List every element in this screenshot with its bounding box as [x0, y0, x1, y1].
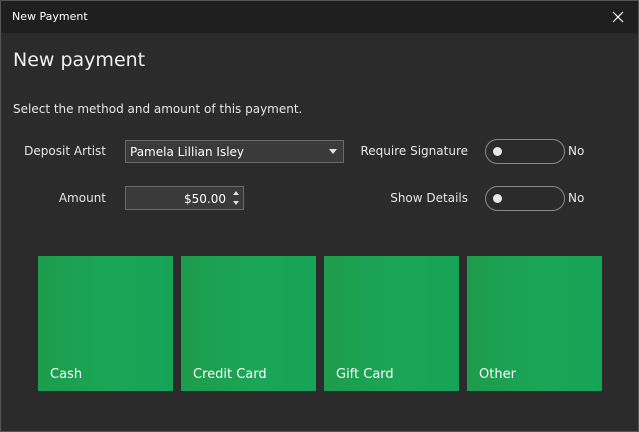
gift-card-tile-label: Gift Card — [336, 367, 394, 382]
new-payment-dialog: New Payment New payment Select the metho… — [0, 0, 639, 432]
amount-label: Amount — [58, 191, 106, 205]
toggle-knob — [493, 194, 502, 203]
deposit-artist-value: Pamela Lillian Isley — [130, 145, 245, 159]
require-signature-label: Require Signature — [360, 144, 469, 158]
require-signature-toggle[interactable] — [485, 139, 565, 164]
instructions-text: Select the method and amount of this pay… — [13, 102, 303, 116]
page-title: New payment — [13, 49, 146, 71]
other-tile[interactable]: Other — [467, 256, 602, 391]
show-details-state: No — [568, 191, 585, 205]
spin-up-icon[interactable] — [231, 188, 241, 198]
chevron-down-icon — [329, 149, 337, 154]
require-signature-state: No — [568, 144, 585, 158]
close-icon — [612, 11, 624, 23]
show-details-toggle[interactable] — [485, 186, 565, 211]
cash-tile[interactable]: Cash — [38, 256, 173, 391]
close-button[interactable] — [606, 5, 630, 29]
credit-card-tile-label: Credit Card — [193, 367, 267, 382]
toggle-knob — [493, 147, 502, 156]
gift-card-tile[interactable]: Gift Card — [324, 256, 459, 391]
credit-card-tile[interactable]: Credit Card — [181, 256, 316, 391]
window-title: New Payment — [12, 10, 88, 23]
cash-tile-label: Cash — [50, 367, 83, 382]
show-details-label: Show Details — [390, 191, 468, 205]
deposit-artist-dropdown[interactable]: Pamela Lillian Isley — [125, 140, 344, 163]
deposit-artist-label: Deposit Artist — [24, 144, 106, 158]
spin-down-icon[interactable] — [231, 198, 241, 208]
amount-value: $50.00 — [184, 192, 226, 206]
title-bar: New Payment — [1, 1, 638, 33]
amount-stepper[interactable]: $50.00 — [125, 186, 244, 210]
other-tile-label: Other — [479, 367, 516, 382]
